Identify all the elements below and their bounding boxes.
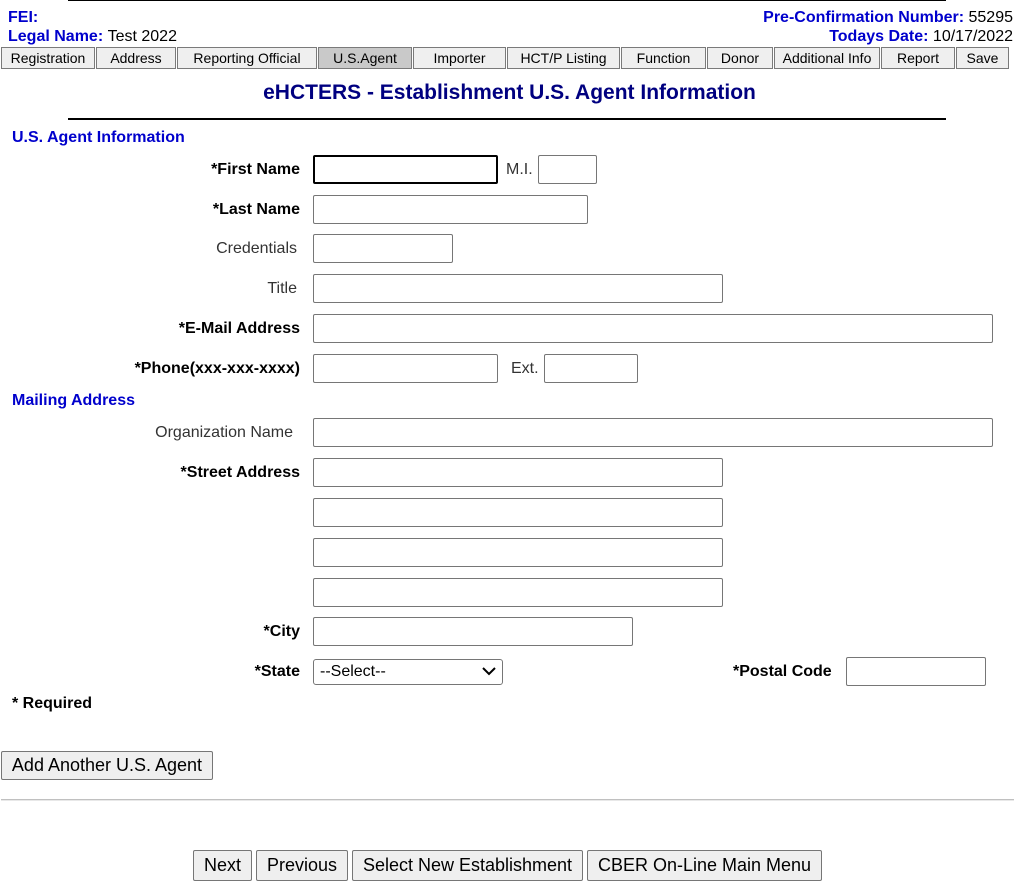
top-rule [68, 0, 946, 1]
tab-address[interactable]: Address [96, 47, 176, 69]
nav-tabs: Registration Address Reporting Official … [1, 47, 1010, 71]
next-button[interactable]: Next [193, 850, 252, 881]
tab-reporting-official[interactable]: Reporting Official [177, 47, 317, 69]
state-label: *State [254, 663, 300, 680]
ext-input[interactable] [544, 354, 638, 383]
city-label: *City [263, 623, 300, 640]
org-name-label: Organization Name [155, 424, 293, 441]
fei-row: FEI: [8, 9, 38, 27]
postal-code-input[interactable] [846, 657, 986, 686]
legal-name-label: Legal Name: [8, 28, 104, 45]
first-name-label: *First Name [211, 161, 300, 178]
page-title: eHCTERS - Establishment U.S. Agent Infor… [263, 81, 756, 104]
legal-name-value: Test 2022 [107, 28, 177, 45]
legal-name-row: Legal Name: Test 2022 [8, 28, 177, 46]
title-label: Title [267, 280, 297, 297]
last-name-label: *Last Name [212, 201, 300, 218]
postal-code-label: *Postal Code [733, 663, 832, 680]
tab-report[interactable]: Report [881, 47, 955, 69]
street-address-1-input[interactable] [313, 458, 723, 487]
fei-label: FEI: [8, 9, 39, 26]
previous-button[interactable]: Previous [256, 850, 348, 881]
preconf-label: Pre-Confirmation Number: [763, 9, 965, 26]
org-name-input[interactable] [313, 418, 993, 447]
credentials-input[interactable] [313, 234, 453, 263]
tab-save[interactable]: Save [956, 47, 1009, 69]
date-row: Todays Date: 10/17/2022 [829, 28, 1013, 46]
agent-section-title: U.S. Agent Information [12, 129, 185, 146]
tab-importer[interactable]: Importer [413, 47, 506, 69]
street-address-4-input[interactable] [313, 578, 723, 607]
preconf-row: Pre-Confirmation Number: 55295 [763, 9, 1013, 27]
tab-registration[interactable]: Registration [1, 47, 95, 69]
mailing-section-title: Mailing Address [12, 392, 135, 409]
credentials-label: Credentials [216, 240, 297, 257]
tab-us-agent[interactable]: U.S.Agent [318, 47, 412, 69]
date-label: Todays Date: [829, 28, 929, 45]
street-address-2-input[interactable] [313, 498, 723, 527]
date-value: 10/17/2022 [932, 28, 1013, 45]
tab-hctp-listing[interactable]: HCT/P Listing [507, 47, 620, 69]
first-name-input[interactable] [313, 155, 498, 184]
preconf-value: 55295 [968, 9, 1014, 26]
ext-label: Ext. [511, 360, 539, 377]
title-input[interactable] [313, 274, 723, 303]
tab-donor[interactable]: Donor [707, 47, 773, 69]
street-address-3-input[interactable] [313, 538, 723, 567]
phone-label: *Phone(xxx-xxx-xxxx) [134, 360, 300, 377]
tab-additional-info[interactable]: Additional Info [774, 47, 880, 69]
bottom-divider [1, 799, 1014, 801]
mi-label: M.I. [506, 161, 533, 178]
state-select-value: --Select-- [320, 663, 386, 680]
state-select[interactable]: --Select-- [313, 659, 503, 685]
phone-input[interactable] [313, 354, 498, 383]
email-label: *E-Mail Address [178, 320, 300, 337]
street-address-label: *Street Address [180, 464, 300, 481]
mi-input[interactable] [538, 155, 597, 184]
select-new-establishment-button[interactable]: Select New Establishment [352, 850, 583, 881]
chevron-down-icon [482, 663, 496, 681]
add-another-agent-button[interactable]: Add Another U.S. Agent [1, 751, 213, 780]
email-input[interactable] [313, 314, 993, 343]
last-name-input[interactable] [313, 195, 588, 224]
title-rule [68, 118, 946, 120]
city-input[interactable] [313, 617, 633, 646]
required-note: * Required [12, 695, 93, 712]
main-menu-button[interactable]: CBER On-Line Main Menu [587, 850, 822, 881]
tab-function[interactable]: Function [621, 47, 706, 69]
